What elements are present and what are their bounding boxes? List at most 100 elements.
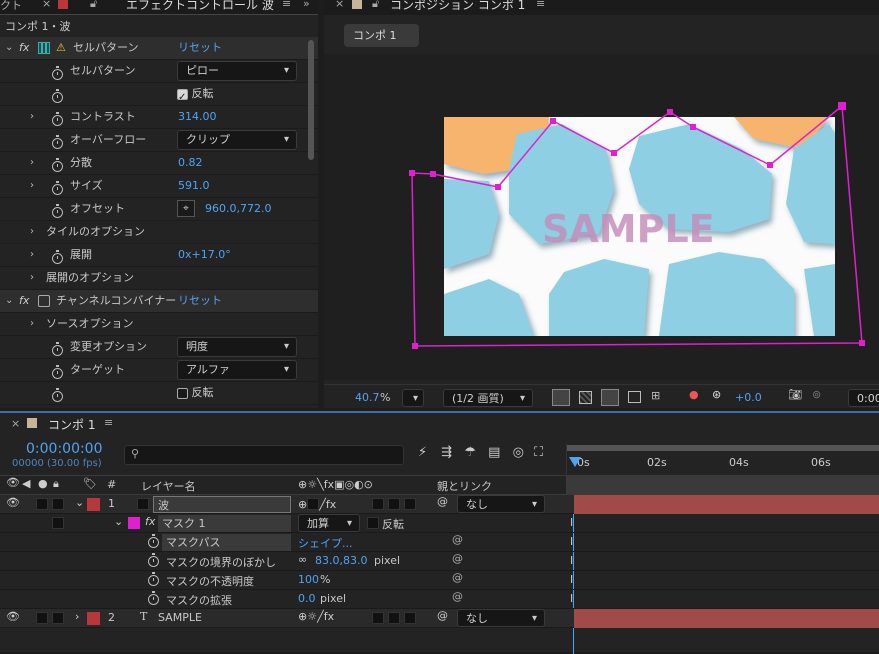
exposure-value[interactable]: +0.0: [735, 391, 762, 404]
mask-prop-row[interactable]: マスクの拡張 0.0 pixel @ I: [0, 590, 879, 609]
mask-prop-label[interactable]: マスクパス: [162, 534, 291, 551]
solo-icon[interactable]: ●: [38, 477, 48, 490]
reset-link[interactable]: リセット: [178, 37, 222, 59]
mask-vertex[interactable]: [412, 343, 418, 349]
mask-visibility-icon[interactable]: [601, 389, 619, 406]
switch-box[interactable]: [372, 612, 384, 624]
layer-duration-bar[interactable]: [574, 609, 879, 628]
scrollbar[interactable]: [308, 40, 314, 160]
solo-toggle[interactable]: [36, 612, 48, 624]
graph-editor-icon[interactable]: ◎: [513, 445, 524, 460]
lock-toggle[interactable]: [52, 612, 64, 624]
overflow-dropdown[interactable]: クリップ ▾: [177, 130, 297, 150]
switch-box[interactable]: [388, 612, 400, 624]
switches[interactable]: ⊕ ╱fx: [298, 496, 336, 511]
parent-dropdown[interactable]: なし ▾: [457, 609, 545, 627]
switch-box[interactable]: [404, 612, 416, 624]
stopwatch-icon[interactable]: [148, 591, 159, 605]
pickwhip-icon[interactable]: @: [452, 590, 463, 603]
switch-box[interactable]: [404, 498, 416, 510]
mask-mode-dropdown[interactable]: 加算 ▾: [298, 514, 360, 532]
mask-vertex[interactable]: [838, 102, 846, 110]
stopwatch-icon[interactable]: [52, 135, 63, 149]
pickwhip-icon[interactable]: @: [437, 609, 448, 622]
layer-row[interactable]: 👁︎ ⌄ 1 波 ⊕ ╱fx @ なし ▾: [0, 495, 879, 514]
change-option-dropdown[interactable]: 明度 ▾: [177, 337, 297, 357]
mask-vertex[interactable]: [611, 150, 617, 156]
mask-vertex[interactable]: [550, 118, 556, 124]
layer-name[interactable]: 波: [153, 496, 291, 513]
pickwhip-icon[interactable]: @: [452, 571, 463, 584]
tab-effect-controls[interactable]: エフェクトコントロール 波: [126, 0, 274, 13]
chevron-right-icon[interactable]: ›: [30, 221, 34, 243]
invert-checkbox[interactable]: 反転: [177, 83, 214, 109]
tab-close-icon[interactable]: ×: [11, 417, 20, 430]
current-time-field[interactable]: 0:00: [848, 389, 879, 407]
chevron-down-icon[interactable]: ⌄: [5, 37, 13, 59]
mask-prop-row[interactable]: マスクパス シェイプ... @ I: [0, 533, 879, 552]
comp-canvas[interactable]: SAMPLE: [324, 54, 879, 380]
size-value[interactable]: 591.0: [178, 175, 210, 197]
mask-path-value[interactable]: シェイプ...: [298, 535, 353, 551]
stopwatch-icon[interactable]: [52, 89, 63, 103]
stopwatch-icon[interactable]: [148, 534, 159, 548]
mask-opacity-value[interactable]: 100: [298, 573, 319, 586]
stopwatch-icon[interactable]: [52, 342, 63, 356]
camera-icon[interactable]: 📷︎: [788, 388, 802, 401]
mask-prop-row[interactable]: マスクの不透明度 100 % @ I: [0, 571, 879, 590]
mask-vertex[interactable]: [667, 109, 673, 115]
region-of-interest-icon[interactable]: [628, 391, 641, 403]
zoom-value[interactable]: 40.7: [355, 391, 380, 404]
col-parent[interactable]: 親とリンク: [437, 478, 492, 494]
panel-overflow-icon[interactable]: »: [303, 0, 310, 10]
reset-link[interactable]: リセット: [178, 290, 222, 312]
layer-duration-bar[interactable]: [574, 495, 879, 514]
chevron-right-icon[interactable]: ›: [30, 313, 34, 335]
layer-label-color[interactable]: [87, 498, 100, 511]
chevron-down-icon[interactable]: ⌄: [75, 496, 84, 509]
eye-icon[interactable]: 👁︎: [6, 476, 20, 489]
pickwhip-icon[interactable]: @: [452, 552, 463, 565]
audio-icon[interactable]: ◀: [22, 477, 30, 490]
stopwatch-icon[interactable]: [52, 204, 63, 218]
playhead[interactable]: [569, 457, 581, 467]
chevron-right-icon[interactable]: ›: [30, 267, 34, 289]
mask-name[interactable]: マスク 1: [158, 515, 291, 532]
fx-icon[interactable]: fx: [19, 37, 29, 59]
motion-blur-icon[interactable]: ▤: [488, 445, 500, 460]
panel-menu-icon[interactable]: ≡: [536, 0, 545, 10]
stopwatch-icon[interactable]: [52, 112, 63, 126]
tab-composition[interactable]: コンポジション コンポ 1: [390, 0, 525, 13]
effect-header-channel-combiner[interactable]: ⌄ fx チャンネルコンバイナー リセット: [0, 290, 318, 313]
tab-close-icon[interactable]: ×: [335, 0, 344, 10]
pickwhip-icon[interactable]: @: [437, 495, 448, 508]
chevron-right-icon[interactable]: ›: [30, 106, 34, 128]
fx-icon[interactable]: fx: [145, 515, 155, 528]
grid-guides-icon[interactable]: ⊞: [651, 389, 660, 402]
quality-dropdown[interactable]: (1/2 画質) ▾: [443, 389, 533, 407]
color-management-icon[interactable]: ⊛: [712, 388, 721, 401]
mask-vertex[interactable]: [690, 124, 696, 130]
contrast-value[interactable]: 314.00: [178, 106, 217, 128]
mask-vertex[interactable]: [859, 340, 865, 346]
layer-row[interactable]: 👁︎ › 2 T SAMPLE ⊕☼╱fx @ なし ▾: [0, 609, 879, 628]
comp-flowchart-icon[interactable]: ⛶: [534, 445, 543, 460]
stopwatch-icon[interactable]: [52, 158, 63, 172]
tab-close-icon[interactable]: ×: [42, 0, 51, 10]
switch-box[interactable]: [388, 498, 400, 510]
evolution-value[interactable]: 0x+17.0°: [178, 244, 231, 266]
crosshair-icon[interactable]: ⌖: [177, 200, 195, 217]
chevron-right-icon[interactable]: ›: [30, 175, 34, 197]
lock-icon[interactable]: 🔓︎: [372, 0, 379, 11]
panel-menu-icon[interactable]: ≡: [282, 0, 291, 10]
switches[interactable]: ⊕☼╱fx: [298, 610, 334, 623]
mask-row[interactable]: ⌄ fx マスク 1 加算 ▾ 反転 I: [0, 514, 879, 533]
offset-value[interactable]: 960.0,772.0: [205, 198, 271, 220]
mask-vertex[interactable]: [495, 184, 501, 190]
eye-icon[interactable]: 👁︎: [6, 610, 20, 623]
fx-icon[interactable]: fx: [19, 290, 29, 312]
switch-box[interactable]: [372, 498, 384, 510]
mask-vertex[interactable]: [430, 171, 436, 177]
stopwatch-icon[interactable]: [148, 553, 159, 567]
parent-dropdown[interactable]: なし ▾: [457, 495, 545, 513]
